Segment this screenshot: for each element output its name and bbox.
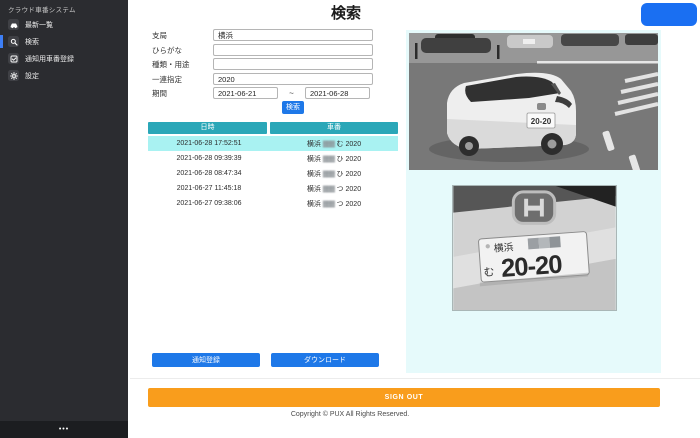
sidebar-item-label: 設定 (25, 71, 39, 81)
row-datetime: 2021-06-27 11:45:18 (148, 185, 270, 192)
row-datetime: 2021-06-28 09:39:39 (148, 155, 270, 162)
row-plate: 横浜▓▓▓む2020 (270, 139, 398, 149)
plate-masked: ▓▓▓ (323, 201, 335, 207)
plate-photo: 横浜 む 20-20 (452, 185, 617, 311)
table-row[interactable]: 2021-06-27 09:38:06 横浜▓▓▓つ2020 (148, 196, 398, 211)
sidebar-item-label: 検索 (25, 37, 39, 47)
row-datetime: 2021-06-28 17:52:51 (148, 140, 270, 147)
plate-number: 2020 (346, 171, 362, 178)
search-icon (8, 36, 19, 47)
branch-input[interactable] (213, 29, 373, 41)
column-datetime: 日時 (148, 122, 267, 134)
form-row-serial: 一連指定 (152, 73, 373, 85)
search-submit-button[interactable]: 検索 (282, 101, 304, 114)
copyright-text: Copyright © PUX All Rights Reserved. (130, 411, 570, 418)
notify-register-button[interactable]: 通知登録 (152, 353, 260, 367)
plate-region: 横浜 (307, 156, 321, 163)
gear-icon (8, 70, 19, 81)
row-plate: 横浜▓▓▓ひ2020 (270, 154, 398, 164)
hiragana-label: ひらがな (152, 45, 213, 56)
download-button[interactable]: ダウンロード (271, 353, 379, 367)
serial-label: 一連指定 (152, 74, 213, 85)
plate-region: 横浜 (307, 171, 321, 178)
plate-masked: ▓▓▓ (323, 171, 335, 177)
results-header: 日時 車番 (148, 122, 398, 134)
plate-region: 横浜 (307, 141, 321, 148)
app-title: クラウド車番システム (8, 4, 76, 14)
page-title: 検索 (146, 2, 546, 23)
plate-masked-area (528, 236, 561, 249)
sign-out-button[interactable]: SIGN OUT (148, 388, 660, 407)
plate-number: 2020 (346, 156, 362, 163)
ellipsis-icon: ••• (59, 426, 69, 433)
period-label: 期間 (152, 88, 213, 99)
plate-kana-text: む (483, 265, 495, 279)
car-plate-text: 20-20 (531, 117, 552, 126)
plate-masked: ▓▓▓ (323, 141, 335, 147)
row-plate: 横浜▓▓▓ひ2020 (270, 169, 398, 179)
period-from-input[interactable] (213, 87, 278, 99)
honda-emblem-icon (513, 192, 554, 223)
form-row-period: 期間 ~ (152, 87, 370, 99)
plate-region: 横浜 (307, 186, 321, 193)
plate-kana: ひ (337, 156, 344, 163)
plate-masked: ▓▓▓ (323, 156, 335, 162)
form-row-branch: 支局 (152, 29, 373, 41)
plate-kana: む (337, 141, 344, 148)
plate-masked: ▓▓▓ (323, 186, 335, 192)
sidebar-item-label: 最新一覧 (25, 20, 53, 30)
sidebar-more-button[interactable]: ••• (0, 421, 128, 438)
row-datetime: 2021-06-27 09:38:06 (148, 200, 270, 207)
sidebar-item-settings[interactable]: 設定 (0, 68, 128, 83)
table-row[interactable]: 2021-06-28 17:52:51 横浜▓▓▓む2020 (148, 136, 398, 151)
sidebar-item-notify-register[interactable]: 通知用車番登録 (0, 51, 128, 66)
table-row[interactable]: 2021-06-28 08:47:34 横浜▓▓▓ひ2020 (148, 166, 398, 181)
period-tilde: ~ (278, 89, 305, 98)
results-table: 日時 車番 2021-06-28 17:52:51 横浜▓▓▓む2020 202… (148, 122, 398, 211)
plate-number: 2020 (346, 141, 362, 148)
column-plate: 車番 (270, 122, 398, 134)
row-datetime: 2021-06-28 08:47:34 (148, 170, 270, 177)
sidebar-item-search[interactable]: 検索 (0, 34, 128, 49)
sidebar-item-label: 通知用車番登録 (25, 54, 74, 64)
car-icon (8, 19, 19, 30)
plate-number: 2020 (346, 201, 362, 208)
photo-panel: 20-20 横浜 (406, 30, 661, 373)
plate-kana: つ (337, 186, 344, 193)
app-window: クラウド車番システム 最新一覧 検索 通知用車番登録 (0, 0, 700, 438)
type-use-label: 種類・用途 (152, 59, 213, 70)
header-blue-button[interactable] (641, 3, 697, 26)
plate-kana: ひ (337, 171, 344, 178)
branch-label: 支局 (152, 30, 213, 41)
footer-divider (130, 378, 700, 379)
table-row[interactable]: 2021-06-28 09:39:39 横浜▓▓▓ひ2020 (148, 151, 398, 166)
form-row-type-use: 種類・用途 (152, 58, 373, 70)
plate-region: 横浜 (307, 201, 321, 208)
sidebar-item-latest-list[interactable]: 最新一覧 (0, 17, 128, 32)
form-row-hiragana: ひらがな (152, 44, 373, 56)
period-to-input[interactable] (305, 87, 370, 99)
row-plate: 横浜▓▓▓つ2020 (270, 184, 398, 194)
type-use-input[interactable] (213, 58, 373, 70)
car-photo: 20-20 (409, 33, 658, 170)
sidebar-menu: 最新一覧 検索 通知用車番登録 設定 (0, 17, 128, 85)
table-row[interactable]: 2021-06-27 11:45:18 横浜▓▓▓つ2020 (148, 181, 398, 196)
register-icon (8, 53, 19, 64)
hiragana-input[interactable] (213, 44, 373, 56)
plate-number: 2020 (346, 186, 362, 193)
serial-input[interactable] (213, 73, 373, 85)
results-body: 2021-06-28 17:52:51 横浜▓▓▓む2020 2021-06-2… (148, 136, 398, 211)
sidebar: クラウド車番システム 最新一覧 検索 通知用車番登録 (0, 0, 128, 438)
plate-kana: つ (337, 201, 344, 208)
row-plate: 横浜▓▓▓つ2020 (270, 199, 398, 209)
